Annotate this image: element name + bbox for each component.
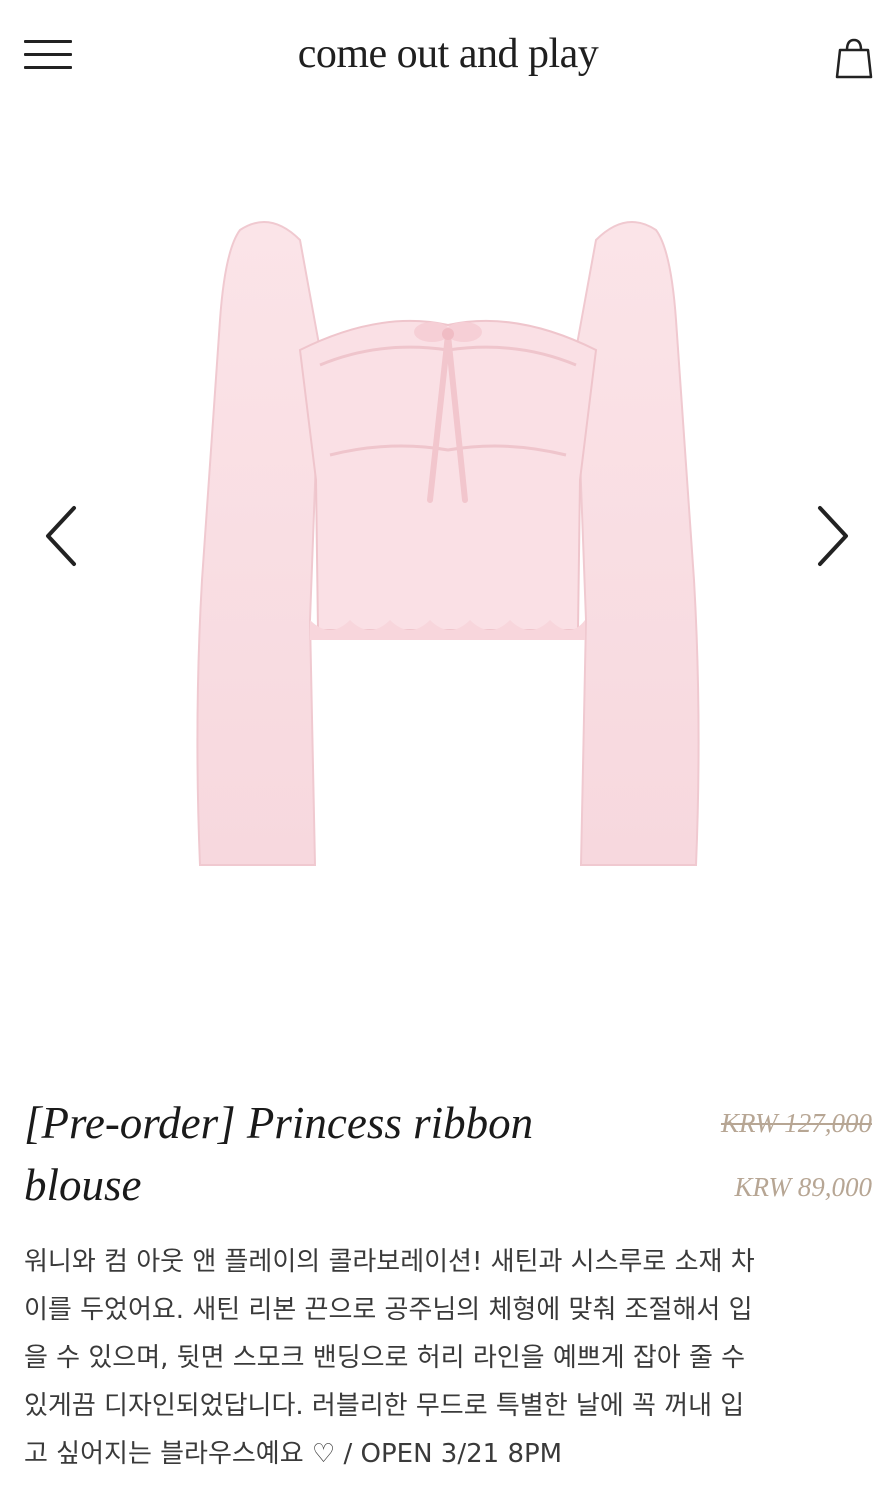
description-line: 고 싶어지는 블라우스예요 ♡ / OPEN 3/21 8PM bbox=[24, 1439, 563, 1469]
description-line: 을 수 있으며, 뒷면 스모크 밴딩으로 허리 라인을 예쁘게 잡아 줄 수 bbox=[24, 1343, 746, 1373]
chevron-right-icon[interactable] bbox=[808, 500, 856, 572]
description-line: 워니와 컴 아웃 앤 플레이의 콜라보레이션! 새틴과 시스루로 소재 차 bbox=[24, 1247, 755, 1277]
shopping-bag-icon[interactable] bbox=[834, 36, 874, 80]
brand-logo[interactable]: come out and play bbox=[0, 30, 896, 78]
product-title-line-1: [Pre-order] Princess ribbon bbox=[24, 1098, 534, 1148]
sale-price: KRW 89,000 bbox=[734, 1172, 872, 1202]
product-title: [Pre-order] Princess ribbon blouse bbox=[24, 1092, 624, 1216]
chevron-left-icon[interactable] bbox=[38, 500, 86, 572]
product-gallery bbox=[0, 160, 896, 940]
product-title-line-2: blouse bbox=[24, 1160, 142, 1210]
product-image bbox=[196, 221, 700, 866]
description-line: 있게끔 디자인되었답니다. 러블리한 무드로 특별한 날에 꼭 꺼내 입 bbox=[24, 1391, 745, 1421]
original-price: KRW 127,000 bbox=[720, 1108, 872, 1138]
description-line: 이를 두었어요. 새틴 리본 끈으로 공주님의 체형에 맞춰 조절해서 입 bbox=[24, 1295, 753, 1325]
product-description: 워니와 컴 아웃 앤 플레이의 콜라보레이션! 새틴과 시스루로 소재 차 이를… bbox=[24, 1238, 872, 1478]
header: come out and play bbox=[0, 0, 896, 120]
